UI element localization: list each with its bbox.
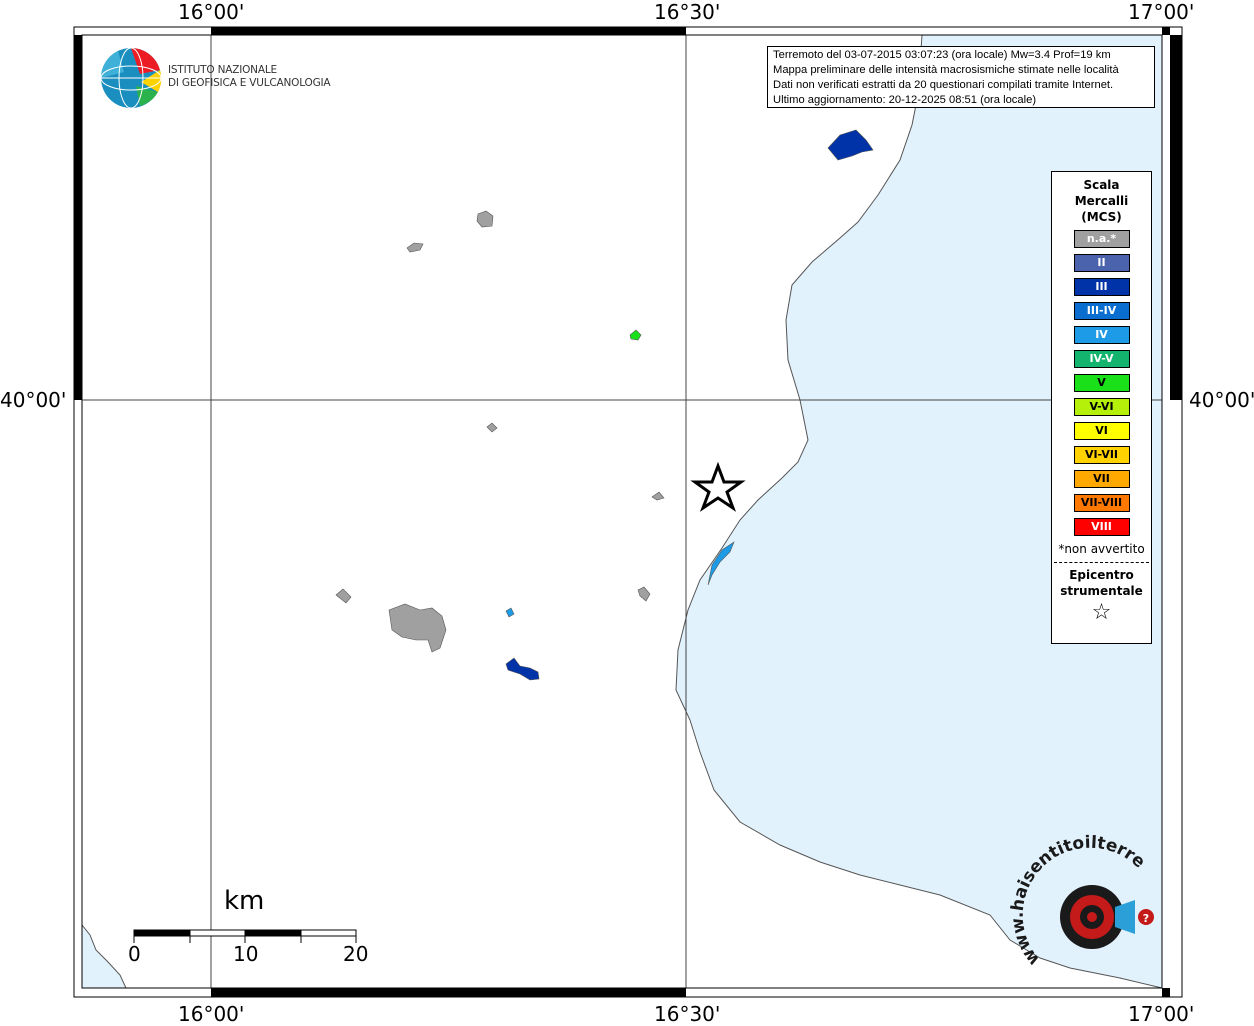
legend-item: VII bbox=[1073, 470, 1130, 488]
mcs-legend: Scala Mercalli (MCS) n.a.* II III III-IV IV I… bbox=[1051, 171, 1152, 644]
scale-label-20: 20 bbox=[343, 942, 369, 966]
lon-tick-bottom-3: 17°00' bbox=[1128, 1002, 1195, 1026]
legend-items: n.a.* II III III-IV IV IV-V V V-VI VI VI-VII VII VI… bbox=[1052, 230, 1151, 536]
ingv-name: ISTITUTO NAZIONALE DI GEOFISICA E VULCAN… bbox=[168, 64, 331, 90]
lon-tick-bottom-1: 16°00' bbox=[178, 1002, 245, 1026]
legend-separator bbox=[1054, 562, 1149, 563]
legend-epicenter-line1: Epicentro bbox=[1069, 568, 1134, 582]
legend-title-line3: (MCS) bbox=[1081, 210, 1122, 224]
legend-item: IV bbox=[1073, 326, 1130, 344]
legend-item: VI bbox=[1073, 422, 1130, 440]
lat-tick-left: 40°00' bbox=[0, 388, 67, 412]
ingv-name-line2: DI GEOFISICA E VULCANOLOGIA bbox=[168, 77, 331, 89]
lon-tick-bottom-2: 16°30' bbox=[654, 1002, 721, 1026]
scale-label-10: 10 bbox=[233, 942, 259, 966]
legend-item: VI-VII bbox=[1073, 446, 1130, 464]
event-info-line4: Ultimo aggiornamento: 20-12-2025 08:51 (… bbox=[773, 94, 1037, 106]
legend-epicenter-label: Epicentro strumentale bbox=[1052, 567, 1151, 599]
lon-tick-top-1: 16°00' bbox=[178, 0, 245, 24]
legend-item: IV-V bbox=[1073, 350, 1130, 368]
legend-item: III bbox=[1073, 278, 1130, 296]
legend-item: III-IV bbox=[1073, 302, 1130, 320]
lon-tick-top-3: 17°00' bbox=[1128, 0, 1195, 24]
event-info-box: Terremoto del 03-07-2015 03:07:23 (ora l… bbox=[767, 46, 1155, 108]
ingv-logo-icon bbox=[100, 47, 162, 109]
scale-label-0: 0 bbox=[128, 942, 141, 966]
scale-unit: km bbox=[224, 886, 265, 916]
event-info-line3: Dati non verificati estratti da 20 quest… bbox=[773, 79, 1114, 91]
legend-star-icon: ☆ bbox=[1091, 600, 1112, 625]
legend-item: n.a.* bbox=[1073, 230, 1130, 248]
legend-title: Scala Mercalli (MCS) bbox=[1052, 177, 1151, 225]
legend-item: V-VI bbox=[1073, 398, 1130, 416]
lon-tick-top-2: 16°30' bbox=[654, 0, 721, 24]
event-info-line1: Terremoto del 03-07-2015 03:07:23 (ora l… bbox=[773, 49, 1111, 61]
legend-note: *non avvertito bbox=[1058, 542, 1145, 556]
ingv-name-line1: ISTITUTO NAZIONALE bbox=[168, 64, 277, 76]
lat-tick-right: 40°00' bbox=[1189, 388, 1254, 412]
legend-title-line1: Scala bbox=[1083, 178, 1120, 192]
legend-item: II bbox=[1073, 254, 1130, 272]
legend-title-line2: Mercalli bbox=[1074, 194, 1129, 208]
legend-epicenter-line2: strumentale bbox=[1060, 584, 1143, 598]
legend-item: VIII bbox=[1073, 518, 1130, 536]
legend-item: VII-VIII bbox=[1073, 494, 1130, 512]
event-info-line2: Mappa preliminare delle intensità macros… bbox=[773, 64, 1119, 76]
legend-item: V bbox=[1073, 374, 1130, 392]
svg-text:?: ? bbox=[1143, 912, 1149, 925]
